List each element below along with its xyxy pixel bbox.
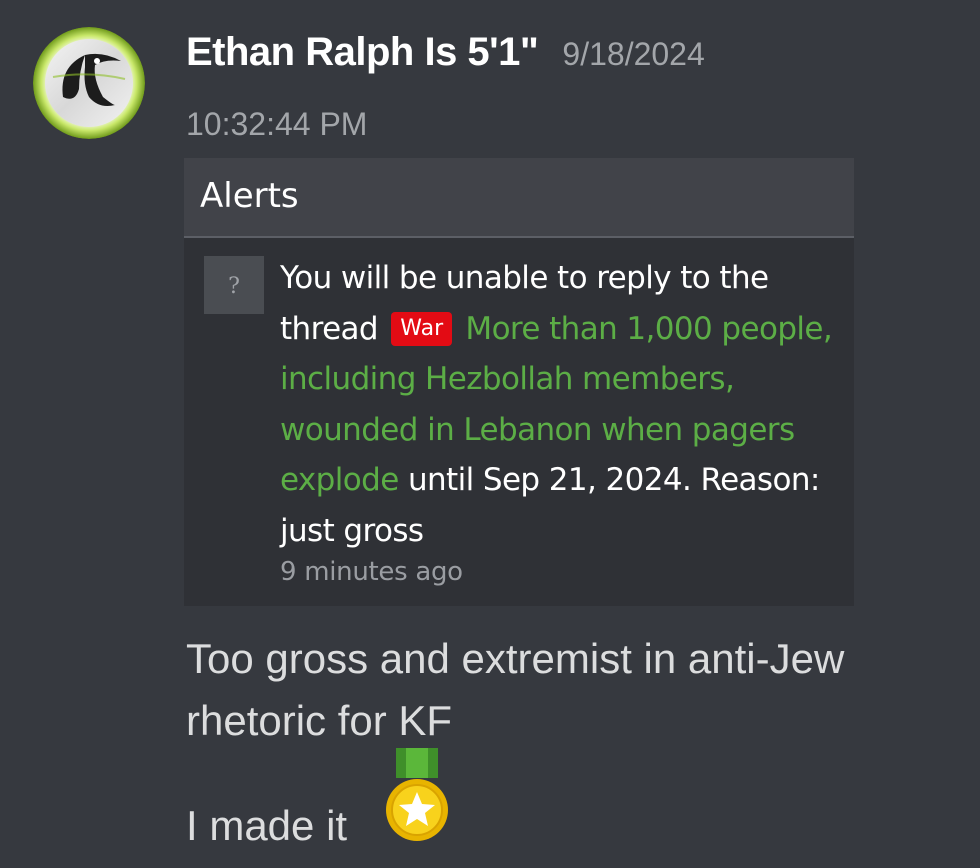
medal-icon <box>384 748 450 844</box>
alert-text: You will be unable to reply to the threa… <box>280 253 852 556</box>
alert-time-ago: 9 minutes ago <box>280 557 463 587</box>
message-body-line-2: I made it <box>186 802 348 849</box>
message-time: 10:32:44 PM <box>186 106 368 142</box>
message-header: Ethan Ralph Is 5'1" 9/18/2024 <box>186 30 705 75</box>
war-badge: War <box>391 311 453 346</box>
user-avatar[interactable] <box>33 27 145 139</box>
chat-message: Ethan Ralph Is 5'1" 9/18/2024 10:32:44 PM… <box>0 0 980 868</box>
embed-title: Alerts <box>200 176 299 216</box>
message-body: Too gross and extremist in anti-Jew rhet… <box>186 635 845 744</box>
avatar-logo-icon <box>33 27 145 139</box>
question-mark-icon: ? <box>204 256 264 314</box>
username[interactable]: Ethan Ralph Is 5'1" <box>186 30 539 74</box>
message-date: 9/18/2024 <box>562 36 705 72</box>
alert-embed: Alerts ? You will be unable to reply to … <box>184 158 854 606</box>
